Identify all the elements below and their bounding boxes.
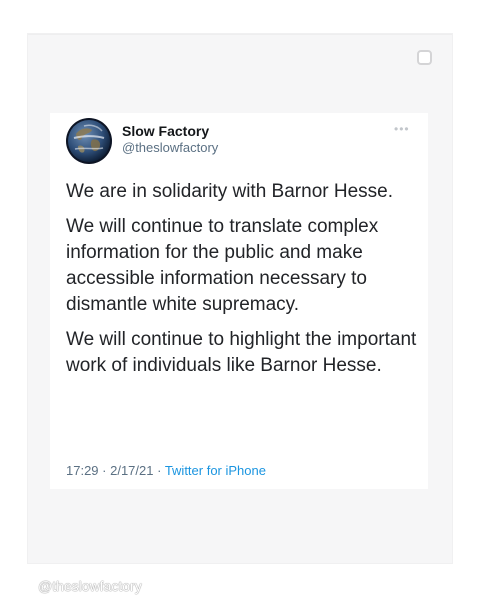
tweet-meta: 17:29 · 2/17/21 · Twitter for iPhone xyxy=(66,463,266,478)
tweet-paragraph: We will continue to translate complex in… xyxy=(66,216,379,315)
meta-separator: · xyxy=(98,463,111,478)
user-handle[interactable]: @theslowfactory xyxy=(122,140,218,155)
tweet-paragraph: We will continue to highlight the import… xyxy=(66,329,417,376)
tweet-time[interactable]: 17:29 xyxy=(66,463,99,478)
square-outline-icon[interactable] xyxy=(417,50,432,65)
tweet-card: Slow Factory @theslowfactory ••• We are … xyxy=(50,113,428,489)
earth-globe-avatar[interactable] xyxy=(66,118,112,164)
tweet-paragraph: We are in solidarity with Barnor Hesse. xyxy=(66,181,393,202)
watermark: @theslowfactory xyxy=(38,578,142,594)
tweet-text: We are in solidarity with Barnor Hesse. … xyxy=(66,179,418,388)
display-name[interactable]: Slow Factory xyxy=(122,123,209,139)
meta-separator: · xyxy=(153,463,165,478)
tweet-source-link[interactable]: Twitter for iPhone xyxy=(165,463,266,478)
tweet-date[interactable]: 2/17/21 xyxy=(110,463,153,478)
more-options-icon[interactable]: ••• xyxy=(394,123,410,135)
